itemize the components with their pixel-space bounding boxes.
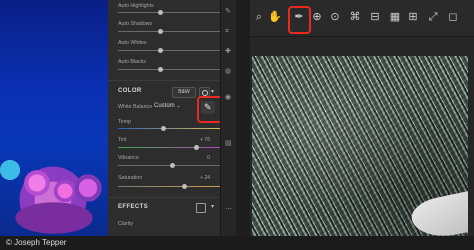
redeye-icon[interactable]: ◉ (225, 94, 232, 101)
auto-whites-label: Auto Whites (118, 40, 147, 46)
separator (236, 0, 250, 236)
square-icon[interactable]: ◻ (446, 10, 460, 24)
chevron-down-icon: ⌄ (176, 103, 181, 109)
eyedropper-button[interactable]: ✎ (201, 101, 215, 114)
chevron-down-icon[interactable]: ▾ (211, 88, 214, 95)
white-balance-label: White Balance (118, 104, 153, 110)
presets-icon[interactable]: ▤ (225, 140, 232, 147)
saturation-slider[interactable] (118, 184, 222, 189)
auto-blacks-slider[interactable] (118, 67, 222, 72)
tint-slider[interactable] (118, 145, 222, 150)
auto-blacks-label: Auto Blacks (118, 59, 146, 65)
white-balance-select[interactable]: Custom ⌄ (154, 103, 181, 109)
saturation-label: Saturation (118, 175, 143, 181)
search-icon[interactable]: ⌕ (252, 10, 266, 24)
auto-highlights-label: Auto Highlights (118, 3, 154, 9)
mask-icon[interactable]: ◍ (225, 68, 232, 75)
photo-credit: © Joseph Tepper (0, 236, 474, 250)
tint-label: Tint (118, 137, 127, 143)
edit-brush-icon[interactable]: ✎ (225, 8, 232, 15)
auto-whites-slider[interactable] (118, 48, 222, 53)
white-balance-value: Custom (154, 103, 175, 109)
heal-icon[interactable]: ✚ (225, 48, 232, 55)
effects-preset-icon[interactable] (196, 203, 206, 213)
straighten-icon[interactable]: ⊟ (368, 10, 382, 24)
divider (108, 197, 220, 198)
crop-icon[interactable]: ⌘ (348, 10, 362, 24)
color-section-title: COLOR (118, 88, 142, 94)
redeye-icon[interactable]: ⊙ (328, 10, 342, 24)
info-icon[interactable]: ⋯ (225, 206, 232, 213)
vibrance-value: 0 (207, 155, 210, 161)
tint-value: + 76 (200, 137, 210, 143)
crop-icon[interactable]: ⌗ (225, 28, 232, 35)
effects-section-title: EFFECTS (118, 204, 149, 210)
vibrance-label: Vibrance (118, 155, 139, 161)
eyedropper-tool-highlight (288, 6, 311, 34)
divider (108, 80, 220, 81)
grid-overlay-icon[interactable]: ⊞ (406, 10, 420, 24)
saturation-value: + 24 (200, 175, 210, 181)
hand-icon[interactable]: ✋ (268, 10, 282, 24)
grid-icon[interactable]: ▦ (388, 10, 402, 24)
temp-slider[interactable] (118, 126, 222, 131)
bw-toggle[interactable]: B&W (172, 87, 196, 98)
auto-highlights-slider[interactable] (118, 10, 222, 15)
temp-label: Temp (118, 119, 131, 125)
expand-icon[interactable]: ⤢ (426, 10, 440, 24)
chevron-down-icon[interactable]: ▾ (211, 203, 214, 210)
eyedropper-icon: ✎ (204, 102, 212, 112)
auto-shadows-slider[interactable] (118, 29, 222, 34)
target-adjust-icon[interactable]: ⊕ (310, 10, 324, 24)
auto-shadows-label: Auto Shadows (118, 21, 153, 27)
panel-side-rail: ✎ ⌗ ✚ ◍ ◉ ▤ ⋯ (220, 0, 237, 236)
clarity-label: Clarity (118, 221, 134, 227)
viewer-toolbar: ⌕ ✋ ✒ ⊕ ⊙ ⌘ ⊟ ▦ ⊞ ⤢ ◻ (250, 0, 474, 37)
vibrance-slider[interactable] (118, 163, 222, 168)
underwater-photo-left (0, 0, 108, 236)
fish-school-photo (252, 56, 468, 236)
